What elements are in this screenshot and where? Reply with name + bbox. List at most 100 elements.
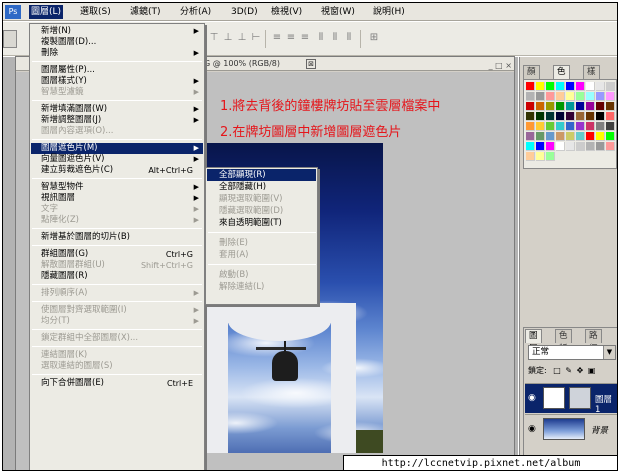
layer-menu-item[interactable]: 圖層遮色片(M) ▶ (31, 143, 203, 154)
color-swatch[interactable] (586, 142, 595, 151)
lock-brush-icon[interactable]: ✎ (565, 366, 572, 375)
menu-help[interactable]: 說明(H) (371, 5, 407, 19)
lock-all-icon[interactable]: ▣ (588, 366, 596, 375)
color-swatch[interactable] (566, 102, 575, 111)
align-left-icon[interactable]: ⊢ (250, 32, 262, 44)
align-top-icon[interactable]: ⊤ (208, 32, 220, 44)
layer-menu-item[interactable]: 排列順序(A) ▶ (31, 288, 203, 299)
layer-menu-item[interactable]: 新增基於圖層的切片(B) (31, 232, 203, 243)
mask-submenu-item[interactable]: 全部隱藏(H) (207, 181, 316, 193)
layer-menu-item[interactable]: 圖層內容選項(O)... (31, 126, 203, 137)
layer-row-background[interactable]: ◉ 背景 (525, 414, 617, 444)
layer-menu-item[interactable]: 連結圖層(K) (31, 350, 203, 361)
color-swatch[interactable] (556, 102, 565, 111)
distribute-left-icon[interactable]: ⫴ (315, 32, 327, 44)
color-swatch[interactable] (526, 112, 535, 121)
menu-analysis[interactable]: 分析(A) (178, 5, 213, 19)
distribute-hcenter-icon[interactable]: ⫴ (329, 32, 341, 44)
color-swatch[interactable] (536, 122, 545, 131)
color-swatch[interactable] (596, 142, 605, 151)
color-swatch[interactable] (606, 112, 615, 121)
color-swatch[interactable] (526, 142, 535, 151)
color-swatch[interactable] (536, 152, 545, 161)
layer-menu-item[interactable]: 均分(T) ▶ (31, 316, 203, 327)
menu-view[interactable]: 檢視(V) (269, 5, 304, 19)
color-swatch[interactable] (526, 82, 535, 91)
color-swatch[interactable] (606, 142, 615, 151)
color-swatch[interactable] (546, 82, 555, 91)
mask-submenu-item[interactable]: 全部顯現(R) (207, 169, 316, 181)
menu-layer[interactable]: 圖層(L) (29, 5, 64, 19)
layer-menu-item[interactable]: 圖層屬性(P)... (31, 65, 203, 76)
layer-menu-item[interactable]: 刪除 ▶ (31, 48, 203, 59)
mask-submenu-item[interactable]: 隱藏選取範圍(D) (207, 205, 316, 217)
color-swatch[interactable] (606, 132, 615, 141)
color-swatch[interactable] (546, 92, 555, 101)
color-swatch[interactable] (556, 132, 565, 141)
layer-menu-item[interactable]: 視訊圖層 ▶ (31, 193, 203, 204)
layer-menu-item[interactable]: 隱藏圖層(R) (31, 271, 203, 282)
mask-submenu-item[interactable]: 套用(A) (207, 249, 316, 261)
color-swatch[interactable] (606, 102, 615, 111)
color-swatch[interactable] (596, 82, 605, 91)
color-swatch[interactable] (526, 132, 535, 141)
tab-color[interactable]: 顏色 (523, 65, 540, 90)
color-swatch[interactable] (546, 142, 555, 151)
layer-menu-item[interactable]: 複製圖層(D)... (31, 37, 203, 48)
layer-menu-item[interactable]: 新增填滿圖層(W) ▶ (31, 104, 203, 115)
color-swatch[interactable] (556, 112, 565, 121)
distribute-top-icon[interactable]: ≡ (271, 32, 283, 44)
color-swatch[interactable] (596, 112, 605, 121)
tab-channels[interactable]: 色版 (555, 329, 572, 354)
menu-window[interactable]: 視窗(W) (319, 5, 357, 19)
color-swatch[interactable] (566, 132, 575, 141)
eye-icon[interactable]: ◉ (528, 393, 538, 403)
layer-menu-item[interactable]: 新增調整圖層(J) ▶ (31, 115, 203, 126)
chevron-down-icon[interactable]: ▼ (603, 346, 615, 359)
color-swatch[interactable] (576, 132, 585, 141)
color-swatch[interactable] (576, 112, 585, 121)
color-swatch[interactable] (546, 102, 555, 111)
color-swatch[interactable] (556, 142, 565, 151)
mask-submenu-item[interactable]: 刪除(E) (207, 237, 316, 249)
menu-filter[interactable]: 濾鏡(T) (128, 5, 163, 19)
color-swatch[interactable] (576, 102, 585, 111)
tab-styles[interactable]: 樣式 (583, 65, 600, 90)
lock-transparent-icon[interactable]: □ (553, 366, 561, 375)
color-swatch[interactable] (566, 142, 575, 151)
layer-menu-item[interactable]: 點陣化(Z) ▶ (31, 215, 203, 226)
color-swatch[interactable] (606, 92, 615, 101)
color-swatch[interactable] (536, 102, 545, 111)
tool-preset-picker[interactable] (3, 30, 17, 48)
mask-submenu-item[interactable]: 啟動(B) (207, 269, 316, 281)
color-swatch[interactable] (596, 132, 605, 141)
distribute-center-icon[interactable]: ≡ (285, 32, 297, 44)
color-swatch[interactable] (606, 122, 615, 131)
color-swatch[interactable] (556, 92, 565, 101)
distribute-bottom-icon[interactable]: ≡ (299, 32, 311, 44)
color-swatch[interactable] (606, 82, 615, 91)
color-swatch[interactable] (546, 112, 555, 121)
align-vcenter-icon[interactable]: ⊥ (222, 32, 234, 44)
color-swatch[interactable] (566, 112, 575, 121)
color-swatch[interactable] (526, 152, 535, 161)
close-icon[interactable]: ⊠ (306, 59, 316, 69)
color-swatch[interactable] (556, 82, 565, 91)
color-swatch[interactable] (566, 82, 575, 91)
color-swatch[interactable] (566, 122, 575, 131)
mask-submenu-item[interactable]: 解除連結(L) (207, 281, 316, 293)
blend-mode-select[interactable]: 正常 ▼ (528, 345, 616, 360)
mask-submenu-item[interactable]: 顯現選取範圍(V) (207, 193, 316, 205)
color-swatch[interactable] (546, 132, 555, 141)
color-swatch[interactable] (546, 152, 555, 161)
menu-select[interactable]: 選取(S) (78, 5, 113, 19)
eye-icon[interactable]: ◉ (528, 424, 538, 434)
color-swatch[interactable] (536, 112, 545, 121)
color-swatch[interactable] (586, 102, 595, 111)
window-controls-icon[interactable]: _ □ × (489, 59, 512, 73)
mask-submenu-item[interactable]: 來自透明範圍(T) (207, 217, 316, 229)
color-swatch[interactable] (596, 122, 605, 131)
color-swatch[interactable] (586, 82, 595, 91)
distribute-right-icon[interactable]: ⫴ (343, 32, 355, 44)
tab-swatches[interactable]: 色票 (553, 65, 570, 90)
